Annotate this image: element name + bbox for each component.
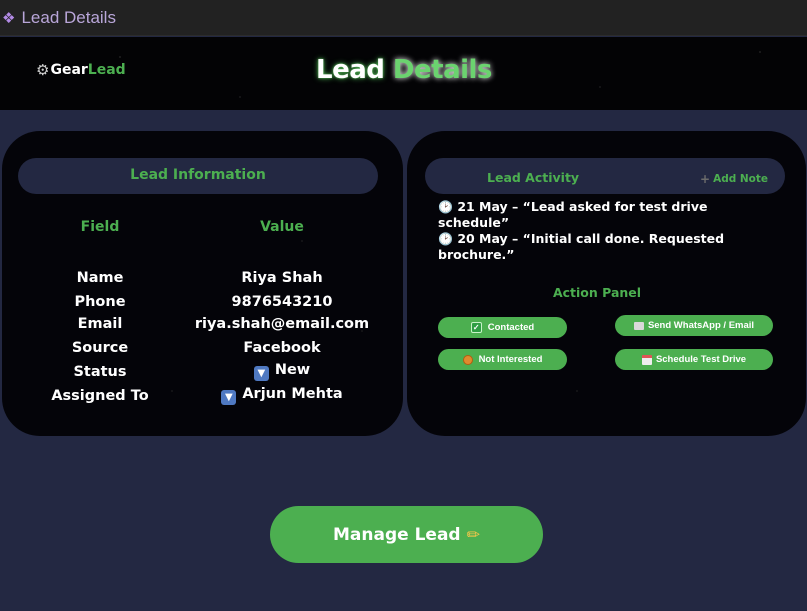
- activity-log: 🕑 21 May – “Lead asked for test drive sc…: [438, 199, 768, 263]
- plus-icon: +: [700, 172, 711, 186]
- action-panel-title: Action Panel: [552, 285, 642, 300]
- assigned-to-value: Arjun Mehta: [242, 386, 343, 402]
- field-value-phone: 9876543210: [231, 294, 333, 310]
- page-title: Lead Details: [316, 55, 492, 85]
- contacted-button[interactable]: ✓ Contacted: [438, 317, 567, 338]
- field-value-source: Facebook: [243, 340, 321, 356]
- schedule-test-drive-button[interactable]: Schedule Test Drive: [615, 349, 773, 370]
- page-title-word-2: Details: [392, 55, 493, 85]
- clock-icon: 🕑: [438, 200, 453, 214]
- lead-activity-panel: Lead Activity + Add Note 🕑 21 May – “Lea…: [407, 131, 806, 436]
- activity-entry: 🕑 21 May – “Lead asked for test drive sc…: [438, 199, 768, 231]
- lead-information-header: Lead Information: [18, 158, 378, 194]
- manage-lead-label: Manage Lead: [333, 524, 461, 545]
- lead-activity-title: Lead Activity: [487, 170, 580, 185]
- field-label-assigned-to: Assigned To: [51, 388, 149, 404]
- add-note-label: Add Note: [713, 173, 769, 185]
- logo[interactable]: ⚙ Gear Lead: [36, 61, 126, 79]
- lead-information-title: Lead Information: [130, 167, 266, 183]
- gear-icon: ⚙: [36, 61, 50, 79]
- contacted-label: Contacted: [487, 322, 535, 333]
- activity-entry: 🕑 20 May – “Initial call done. Requested…: [438, 231, 768, 263]
- activity-entry-text: 21 May – “Lead asked for test drive sche…: [438, 199, 708, 230]
- field-value-email: riya.shah@email.com: [194, 316, 370, 332]
- header: ⚙ Gear Lead Lead Details: [0, 37, 807, 110]
- schedule-label: Schedule Test Drive: [655, 354, 747, 365]
- status-value: New: [274, 362, 311, 378]
- activity-entry-text: 20 May – “Initial call done. Requested b…: [438, 231, 725, 262]
- assigned-to-select[interactable]: ▼ Arjun Mehta: [182, 386, 382, 405]
- page-title-word-1: Lead: [316, 55, 385, 85]
- field-label-phone: Phone: [74, 294, 126, 310]
- calendar-icon: [641, 354, 652, 365]
- logo-text-gear: Gear: [50, 62, 88, 78]
- check-icon: ✓: [470, 322, 482, 333]
- stop-icon: [462, 354, 473, 365]
- field-value-name: Riya Shah: [241, 270, 323, 286]
- clock-icon: 🕑: [438, 232, 453, 246]
- lead-activity-header: Lead Activity + Add Note: [425, 158, 785, 194]
- window-title: Lead Details: [21, 7, 116, 27]
- value-column-header: Value: [260, 219, 304, 235]
- send-label: Send WhatsApp / Email: [647, 320, 755, 331]
- field-label-source: Source: [71, 340, 129, 356]
- pencil-icon: ✏: [466, 525, 480, 544]
- window-titlebar: ❖ Lead Details: [0, 0, 807, 36]
- manage-lead-button[interactable]: Manage Lead ✏: [270, 506, 543, 563]
- not-interested-button[interactable]: Not Interested: [438, 349, 567, 370]
- add-note-button[interactable]: + Add Note: [700, 172, 768, 186]
- app-diamond-icon: ❖: [2, 8, 16, 27]
- envelope-icon: [633, 321, 644, 330]
- lead-information-panel: Lead Information Field Value Name Riya S…: [2, 131, 403, 436]
- field-label-email: Email: [77, 316, 123, 332]
- status-select[interactable]: ▼ New: [182, 362, 382, 381]
- field-label-status: Status: [73, 364, 127, 380]
- down-arrow-box-icon: ▼: [221, 390, 237, 405]
- logo-text-lead: Lead: [87, 62, 126, 78]
- field-column-header: Field: [80, 219, 120, 235]
- down-arrow-box-icon: ▼: [253, 366, 269, 381]
- send-whatsapp-email-button[interactable]: Send WhatsApp / Email: [615, 315, 773, 336]
- not-interested-label: Not Interested: [478, 354, 543, 365]
- field-label-name: Name: [76, 270, 124, 286]
